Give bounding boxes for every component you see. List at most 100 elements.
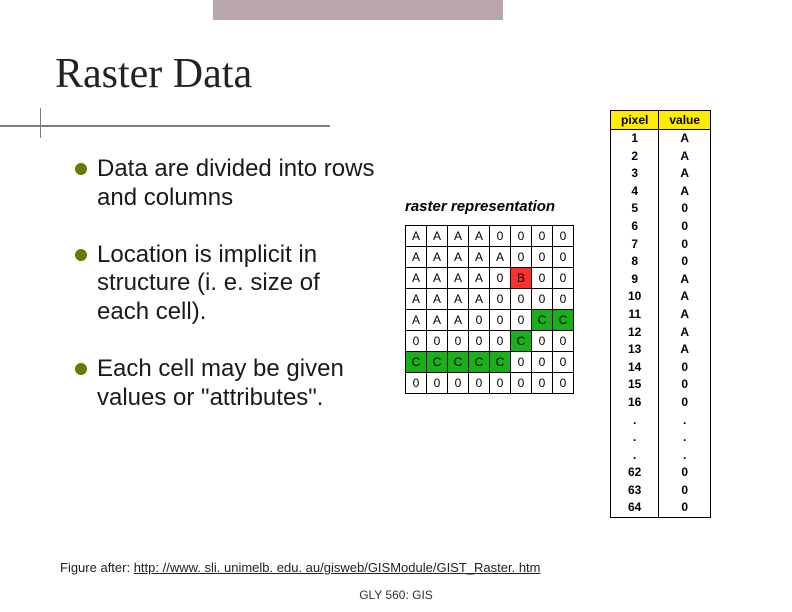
- grid-cell: A: [427, 268, 448, 289]
- grid-cell: 0: [406, 331, 427, 352]
- grid-cell: 0: [448, 331, 469, 352]
- value-cell: A: [659, 165, 711, 183]
- value-cell: 0: [659, 236, 711, 254]
- value-cell: A: [659, 271, 711, 289]
- grid-cell: A: [469, 247, 490, 268]
- value-cell: 0: [659, 482, 711, 500]
- raster-label: raster representation: [405, 198, 555, 215]
- grid-cell: A: [406, 226, 427, 247]
- title-underline: [0, 125, 330, 127]
- pixel-cell: 2: [611, 148, 659, 166]
- grid-cell: A: [427, 247, 448, 268]
- pixel-cell: 5: [611, 200, 659, 218]
- table-row: 12A: [611, 324, 711, 342]
- bullet-dot-icon: [75, 163, 87, 175]
- bullet-list: Data are divided into rows and columns L…: [75, 155, 375, 441]
- pixel-cell: 14: [611, 359, 659, 377]
- bullet-dot-icon: [75, 249, 87, 261]
- value-cell: A: [659, 288, 711, 306]
- value-cell: 0: [659, 394, 711, 412]
- grid-cell: 0: [490, 289, 511, 310]
- grid-cell: 0: [532, 226, 553, 247]
- grid-cell: 0: [490, 331, 511, 352]
- value-cell: A: [659, 130, 711, 148]
- table-row: 80: [611, 253, 711, 271]
- grid-cell: 0: [490, 310, 511, 331]
- grid-cell: 0: [511, 226, 532, 247]
- grid-cell: 0: [553, 268, 574, 289]
- grid-cell: 0: [511, 289, 532, 310]
- grid-cell: A: [448, 268, 469, 289]
- pixel-cell: .: [611, 447, 659, 465]
- grid-cell: 0: [406, 373, 427, 394]
- value-cell: 0: [659, 464, 711, 482]
- grid-cell: A: [490, 247, 511, 268]
- table-row: 630: [611, 482, 711, 500]
- table-row: 140: [611, 359, 711, 377]
- value-cell: .: [659, 412, 711, 430]
- grid-cell: A: [406, 289, 427, 310]
- value-cell: 0: [659, 253, 711, 271]
- table-row: 50: [611, 200, 711, 218]
- grid-cell: A: [406, 268, 427, 289]
- value-cell: A: [659, 324, 711, 342]
- bullet-item: Location is implicit in structure (i. e.…: [75, 241, 375, 327]
- grid-cell: 0: [532, 331, 553, 352]
- bullet-text: Each cell may be given values or "attrib…: [97, 355, 344, 411]
- grid-cell: C: [532, 310, 553, 331]
- figure-prefix: Figure after:: [60, 560, 134, 575]
- bullet-dot-icon: [75, 363, 87, 375]
- pixel-value-table: pixel value 1A2A3A4A506070809A10A11A12A1…: [610, 110, 711, 518]
- pixel-cell: 15: [611, 376, 659, 394]
- pixel-cell: 1: [611, 130, 659, 148]
- pixel-cell: 7: [611, 236, 659, 254]
- value-cell: 0: [659, 376, 711, 394]
- grid-cell: A: [406, 310, 427, 331]
- grid-cell: A: [448, 310, 469, 331]
- table-row: 60: [611, 218, 711, 236]
- grid-cell: 0: [490, 268, 511, 289]
- grid-cell: C: [553, 310, 574, 331]
- grid-cell: C: [469, 352, 490, 373]
- grid-cell: A: [427, 310, 448, 331]
- grid-cell: A: [427, 226, 448, 247]
- grid-cell: 0: [511, 247, 532, 268]
- grid-cell: 0: [553, 352, 574, 373]
- grid-cell: 0: [427, 331, 448, 352]
- grid-cell: B: [511, 268, 532, 289]
- pixel-cell: 3: [611, 165, 659, 183]
- grid-cell: 0: [469, 310, 490, 331]
- grid-cell: 0: [553, 289, 574, 310]
- table-row: 10A: [611, 288, 711, 306]
- grid-cell: A: [448, 247, 469, 268]
- pixel-cell: 64: [611, 499, 659, 517]
- value-cell: .: [659, 447, 711, 465]
- raster-grid: AAAA0000AAAAA000AAAA0B00AAAA0000AAA000CC…: [405, 225, 574, 394]
- figure-link[interactable]: http: //www. sli. unimelb. edu. au/giswe…: [134, 560, 541, 575]
- pixel-cell: .: [611, 412, 659, 430]
- table-row: 13A: [611, 341, 711, 359]
- value-cell: .: [659, 429, 711, 447]
- grid-cell: 0: [532, 247, 553, 268]
- pixel-cell: .: [611, 429, 659, 447]
- table-row: 3A: [611, 165, 711, 183]
- bullet-item: Each cell may be given values or "attrib…: [75, 355, 375, 413]
- table-row: 11A: [611, 306, 711, 324]
- grid-cell: A: [427, 289, 448, 310]
- table-row: ..: [611, 412, 711, 430]
- table-row: 70: [611, 236, 711, 254]
- grid-cell: 0: [532, 352, 553, 373]
- grid-cell: 0: [469, 373, 490, 394]
- pixel-cell: 13: [611, 341, 659, 359]
- value-cell: A: [659, 306, 711, 324]
- table-row: 9A: [611, 271, 711, 289]
- table-header-row: pixel value: [611, 111, 711, 130]
- value-cell: A: [659, 341, 711, 359]
- value-cell: A: [659, 148, 711, 166]
- header-pixel: pixel: [611, 111, 659, 130]
- grid-cell: 0: [532, 373, 553, 394]
- pixel-cell: 9: [611, 271, 659, 289]
- value-cell: 0: [659, 499, 711, 517]
- grid-cell: 0: [490, 373, 511, 394]
- grid-cell: 0: [553, 331, 574, 352]
